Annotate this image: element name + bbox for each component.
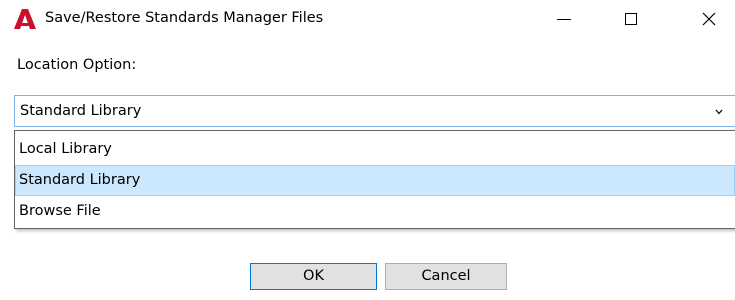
title-bar[interactable]: Save/Restore Standards Manager Files (0, 0, 735, 38)
location-option-combobox[interactable]: Standard Library (14, 95, 735, 127)
cancel-button[interactable]: Cancel (385, 263, 507, 290)
minimize-icon (557, 18, 571, 20)
combobox-selected-value: Standard Library (20, 103, 142, 119)
option-browse-file[interactable]: Browse File (15, 196, 735, 227)
location-option-dropdown-list: Local Library Standard Library Browse Fi… (14, 130, 735, 229)
chevron-down-icon[interactable] (715, 109, 723, 115)
option-local-library[interactable]: Local Library (15, 134, 735, 165)
maximize-button[interactable] (608, 0, 654, 38)
window-title: Save/Restore Standards Manager Files (45, 10, 324, 26)
dialog-window: Save/Restore Standards Manager Files Loc… (0, 0, 735, 300)
close-icon (702, 12, 716, 26)
close-button[interactable] (686, 0, 732, 38)
minimize-button[interactable] (541, 0, 587, 38)
location-option-label: Location Option: (17, 57, 137, 73)
maximize-icon (625, 13, 637, 25)
option-standard-library[interactable]: Standard Library (15, 165, 735, 196)
autocad-logo-icon (14, 9, 36, 29)
ok-button[interactable]: OK (250, 263, 377, 290)
